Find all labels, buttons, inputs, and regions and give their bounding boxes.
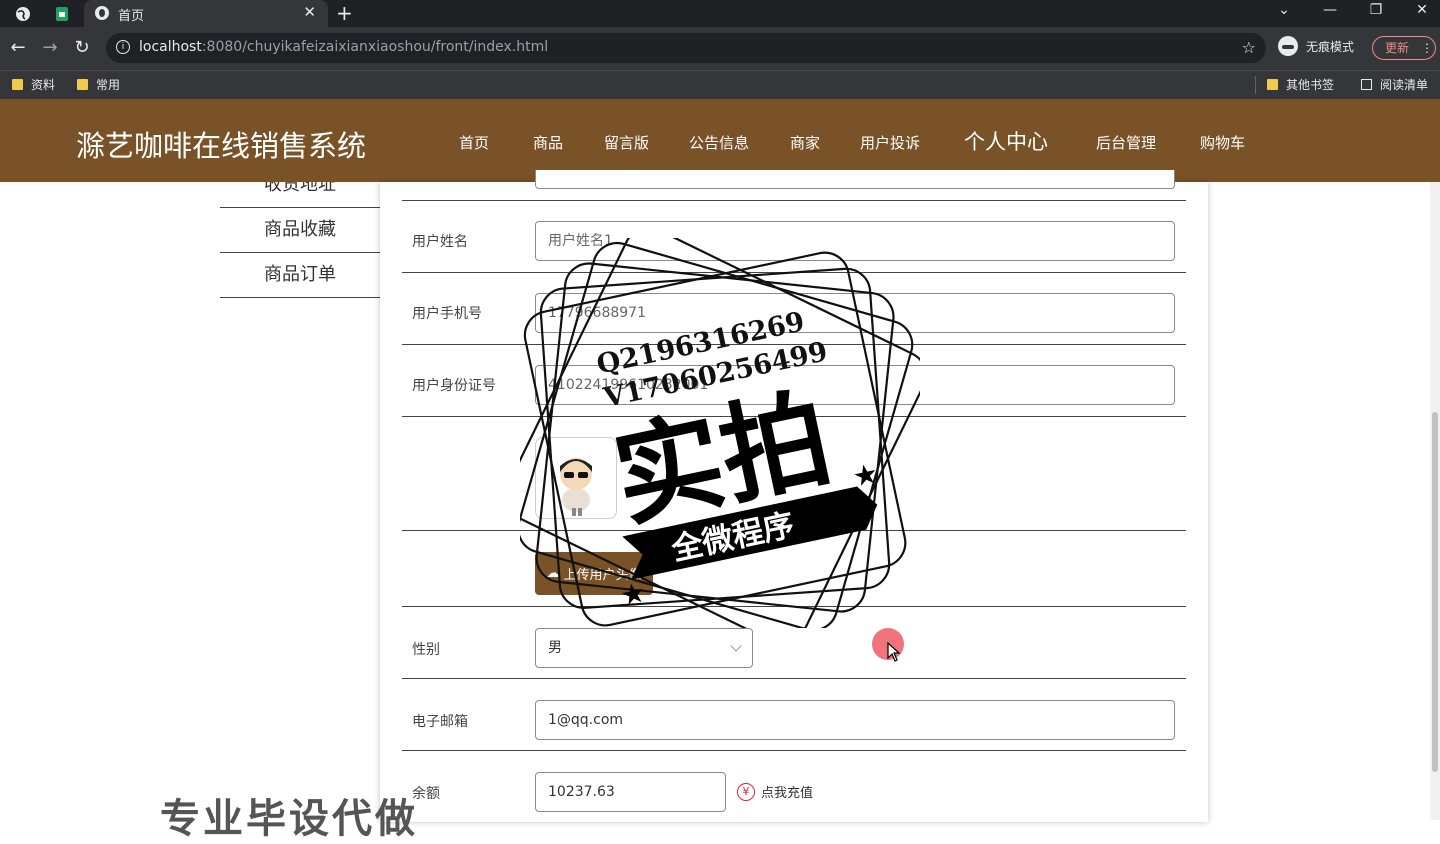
- star-icon: ★: [850, 456, 881, 493]
- sidebar-item-orders[interactable]: 商品订单: [220, 253, 380, 298]
- nav-cart[interactable]: 购物车: [1200, 132, 1245, 153]
- folder-icon: [12, 79, 23, 90]
- forward-arrow-icon[interactable]: →: [38, 37, 62, 58]
- bookmark-folder-ziliao[interactable]: 资料: [12, 76, 55, 93]
- nav-messages[interactable]: 留言版: [604, 132, 649, 153]
- gender-label: 性别: [412, 642, 440, 658]
- url-text[interactable]: localhost:8080/chuyikafeizaixianxiaoshou…: [139, 39, 548, 55]
- nav-merchants[interactable]: 商家: [790, 132, 820, 153]
- new-tab-plus-icon[interactable]: +: [336, 1, 353, 25]
- restore-icon[interactable]: ❐: [1356, 2, 1396, 18]
- email-label: 电子邮箱: [412, 714, 468, 730]
- bottom-watermark-text: 专业毕设代做: [160, 796, 418, 842]
- balance-input: 10237.63: [535, 772, 726, 812]
- phone-label: 用户手机号: [412, 306, 482, 322]
- star-icon: ★: [617, 575, 648, 612]
- browser-tab-bar: 首页 ✕ + ⌄ — ❐ ✕: [0, 0, 1440, 27]
- scrollbar-thumb[interactable]: [1432, 412, 1438, 772]
- bookmark-star-icon[interactable]: ☆: [1242, 38, 1256, 57]
- back-arrow-icon[interactable]: ←: [6, 37, 30, 58]
- nav-personal-center[interactable]: 个人中心: [964, 126, 1048, 156]
- incognito-icon: [1278, 36, 1298, 56]
- globe-icon: [95, 6, 109, 20]
- reading-list[interactable]: 阅读清单: [1361, 76, 1428, 93]
- globe-icon[interactable]: [12, 3, 34, 25]
- nav-home[interactable]: 首页: [459, 132, 489, 153]
- chevron-down-icon: [730, 640, 742, 652]
- tab-home[interactable]: 首页 ✕: [84, 0, 328, 27]
- idcard-label: 用户身份证号: [412, 378, 496, 394]
- yen-icon: ¥: [737, 782, 755, 801]
- mouse-pointer-icon: [887, 641, 901, 666]
- reading-list-icon: [1361, 79, 1372, 90]
- bookmark-folder-changyong[interactable]: 常用: [77, 76, 120, 93]
- incognito-indicator[interactable]: 无痕模式: [1278, 36, 1354, 56]
- email-input[interactable]: 1@qq.com: [535, 700, 1175, 740]
- update-button[interactable]: 更新 ⋮: [1372, 36, 1436, 60]
- browser-toolbar: ← → ↻ i localhost:8080/chuyikafeizaixian…: [0, 27, 1440, 70]
- bookmarks-bar: 资料 常用 其他书签 阅读清单: [0, 70, 1440, 99]
- row-divider: [402, 200, 1186, 201]
- nav-admin[interactable]: 后台管理: [1096, 132, 1156, 153]
- chevron-down-icon[interactable]: ⌄: [1264, 2, 1304, 18]
- folder-icon: [77, 79, 88, 90]
- other-bookmarks[interactable]: 其他书签: [1267, 76, 1334, 93]
- reload-icon[interactable]: ↻: [70, 37, 94, 58]
- close-icon[interactable]: ✕: [303, 3, 316, 21]
- nav-products[interactable]: 商品: [533, 132, 563, 153]
- recharge-link[interactable]: ¥ 点我充值: [737, 782, 813, 801]
- more-menu-icon[interactable]: ⋮: [1421, 41, 1433, 55]
- site-title: 滁艺咖啡在线销售系统: [76, 129, 367, 163]
- page-scrollbar[interactable]: [1430, 182, 1440, 820]
- nav-complaints[interactable]: 用户投诉: [860, 132, 920, 153]
- row-divider: [402, 750, 1186, 751]
- bookmarks-separator: [1255, 76, 1256, 94]
- clipped-input[interactable]: [535, 170, 1175, 189]
- tab-title: 首页: [118, 9, 145, 24]
- nav-announcements[interactable]: 公告信息: [689, 132, 749, 153]
- minimize-icon[interactable]: —: [1310, 2, 1350, 18]
- address-bar[interactable]: i localhost:8080/chuyikafeizaixianxiaosh…: [106, 33, 1266, 63]
- info-icon[interactable]: i: [116, 40, 130, 54]
- close-window-icon[interactable]: ✕: [1402, 2, 1440, 18]
- sidebar-item-favorites[interactable]: 商品收藏: [220, 208, 380, 253]
- name-label: 用户姓名: [412, 234, 468, 250]
- folder-icon: [1267, 79, 1278, 90]
- sheets-tab-icon[interactable]: [56, 7, 68, 21]
- incognito-label: 无痕模式: [1306, 39, 1355, 54]
- gender-select[interactable]: 男: [535, 628, 753, 668]
- watermark-stamp: Q2196316269 V17060256499 实拍 全微程序 ★ ★: [504, 226, 927, 645]
- row-divider: [402, 678, 1186, 679]
